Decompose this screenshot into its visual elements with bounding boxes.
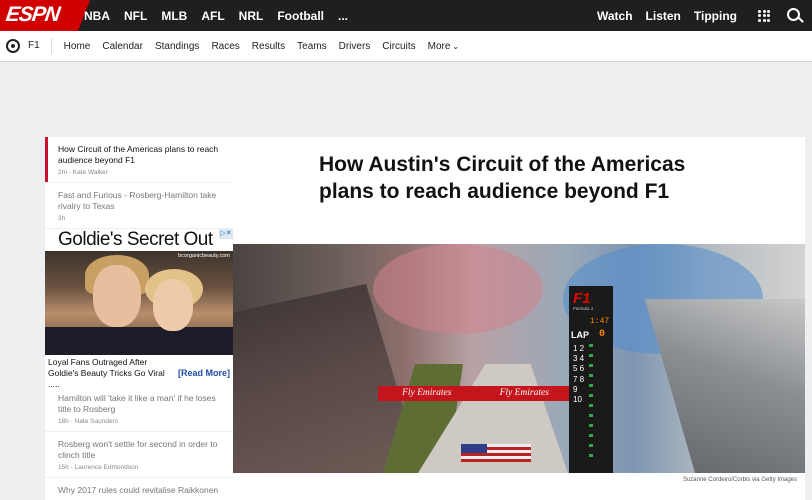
subnav-results[interactable]: Results [252,41,285,52]
lap-value: 0 [599,329,606,340]
story-meta: 3h [58,215,66,222]
story-headline: How Circuit of the Americas plans to rea… [58,144,219,165]
subnav-circuits[interactable]: Circuits [382,41,415,52]
nav-link-nfl[interactable]: NFL [124,9,147,23]
article: How Austin's Circuit of the Americas pla… [233,137,805,500]
sport-title[interactable]: F1 [28,38,52,54]
utility-links: Watch Listen Tipping [597,0,812,31]
chevron-down-icon: ⌄ [452,41,460,51]
ad-read-more-link[interactable]: [Read More] [178,368,230,378]
advertisement[interactable]: Goldie's Secret Out ▷✕ bcorganicbeauty.c… [45,229,233,389]
headlines-column: How Circuit of the Americas plans to rea… [45,137,233,500]
nav-more-button[interactable]: ... [338,9,348,23]
article-headline: How Austin's Circuit of the Americas pla… [319,153,686,203]
f1-logo-sub: Formula 1 [573,306,594,311]
nav-link-football[interactable]: Football [277,9,324,23]
us-flag [461,444,531,462]
subnav-home[interactable]: Home [64,41,91,52]
story-item-active[interactable]: How Circuit of the Americas plans to rea… [45,137,233,183]
story-headline: Why 2017 rules could revitalise Raikkone… [58,485,219,495]
top-nav: ESPN NBA NFL MLB AFL NRL Football ... Wa… [0,0,812,31]
f1-subnav: F1 Home Calendar Standings Races Results… [0,31,812,62]
story-item[interactable]: Rosberg won't settle for second in order… [45,432,233,478]
story-headline: Fast and Furious - Rosberg-Hamilton take… [58,190,217,211]
story-meta: 2m - Kate Walker [58,169,108,176]
apps-grid-icon[interactable] [758,9,770,22]
story-item[interactable]: Fast and Furious - Rosberg-Hamilton take… [45,183,233,229]
story-item[interactable]: Why 2017 rules could revitalise Raikkone… [45,478,233,500]
position-numbers: 1 2 3 4 5 6 7 8 9 10 [573,344,585,405]
watch-link[interactable]: Watch [597,9,633,23]
story-item[interactable]: Hamilton will 'take it like a man' if he… [45,386,233,432]
story-headline: Hamilton will 'take it like a man' if he… [58,393,216,414]
nav-link-nba[interactable]: NBA [84,9,110,23]
steering-wheel-icon [6,39,20,53]
subnav-calendar[interactable]: Calendar [102,41,143,52]
more-stories: Hamilton will 'take it like a man' if he… [45,386,233,500]
lap-label: LAP [571,330,589,340]
subnav-standings[interactable]: Standings [155,41,199,52]
subnav-teams[interactable]: Teams [297,41,326,52]
sport-links: NBA NFL MLB AFL NRL Football ... [84,0,362,31]
subnav-more-label: More [427,40,451,52]
nav-link-mlb[interactable]: MLB [161,9,187,23]
tipping-link[interactable]: Tipping [694,9,737,23]
tower-clock: 1:47 [590,317,610,326]
banner-text: Fly Emirates [499,388,549,398]
ad-title: Goldie's Secret Out [58,229,213,250]
sponsor-banner: Fly Emirates Fly Emirates [378,386,573,401]
subnav-more[interactable]: More ⌄ [428,41,460,52]
lap-tower: F1 Formula 1 1:47 LAP 0 1 2 3 4 5 6 7 8 … [569,286,613,473]
nav-link-afl[interactable]: AFL [201,9,224,23]
adchoices-icon[interactable]: ▷✕ [219,229,233,239]
article-hero-image[interactable]: Fly Emirates Fly Emirates F1 Formula 1 1… [233,244,805,473]
nav-link-nrl[interactable]: NRL [239,9,264,23]
espn-logo[interactable]: ESPN [0,0,90,31]
subnav-drivers[interactable]: Drivers [339,41,371,52]
ad-domain: bcorganicbeauty.com [178,253,230,259]
position-lights [589,344,593,464]
ad-image[interactable]: bcorganicbeauty.com [45,251,233,355]
f1-logo: F1 [573,290,591,307]
story-meta: 18h - Nate Saunders [58,418,118,425]
banner-text: Fly Emirates [402,388,452,398]
photo-credit: Suzanne Cordeiro/Corbis via Getty Images [682,477,797,483]
search-icon[interactable] [782,0,812,31]
story-meta: 15h - Laurence Edmondson [58,464,139,471]
listen-link[interactable]: Listen [646,9,681,23]
story-headline: Rosberg won't settle for second in order… [58,439,218,460]
subnav-races[interactable]: Races [211,41,239,52]
espn-logo-text: ESPN [4,3,61,26]
